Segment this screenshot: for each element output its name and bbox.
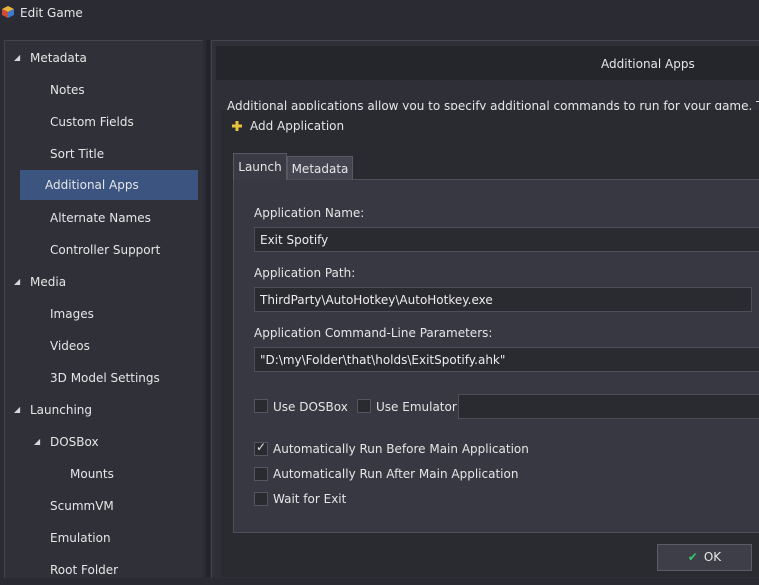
emulator-select[interactable] (458, 394, 759, 419)
sidebar-item-scummvm[interactable]: ScummVM (50, 491, 114, 521)
sidebar-item-dosbox[interactable]: DOSBox (50, 427, 99, 457)
run-after-label: Automatically Run After Main Application (273, 467, 519, 481)
sidebar-group-media[interactable]: Media (30, 267, 66, 297)
sidebar-item-controller-support[interactable]: Controller Support (50, 235, 160, 265)
sidebar-item-custom-fields[interactable]: Custom Fields (50, 107, 134, 137)
use-dosbox-label: Use DOSBox (273, 400, 348, 414)
application-path-label: Application Path: (254, 266, 356, 280)
sidebar-item-additional-apps[interactable]: Additional Apps (20, 170, 198, 200)
window-title: Edit Game (20, 6, 83, 20)
panel-splitter[interactable] (206, 40, 210, 577)
command-line-params-label: Application Command-Line Parameters: (254, 326, 493, 340)
expand-caret-icon[interactable]: ◢ (34, 437, 40, 446)
sidebar-group-launching[interactable]: Launching (30, 395, 92, 425)
plus-icon (232, 121, 242, 131)
command-line-params-input[interactable]: "D:\my\Folder\that\holds\ExitSpotify.ahk… (254, 347, 759, 372)
sidebar-item-root-folder[interactable]: Root Folder (50, 555, 118, 585)
application-name-input[interactable]: Exit Spotify (254, 227, 759, 252)
ok-button[interactable]: ✔ OK (657, 544, 752, 571)
sidebar-item-videos[interactable]: Videos (50, 331, 90, 361)
wait-for-exit-checkbox[interactable] (254, 492, 268, 506)
sidebar-item-emulation[interactable]: Emulation (50, 523, 111, 553)
tab-metadata[interactable]: Metadata (287, 156, 353, 180)
checkmark-icon: ✔ (687, 550, 698, 564)
ok-button-label: OK (703, 550, 722, 564)
application-name-label: Application Name: (254, 206, 365, 220)
run-after-checkbox[interactable] (254, 467, 268, 481)
use-dosbox-checkbox[interactable] (254, 399, 268, 413)
sidebar-item-3d-model-settings[interactable]: 3D Model Settings (50, 363, 160, 393)
sidebar-item-alternate-names[interactable]: Alternate Names (50, 203, 151, 233)
expand-caret-icon[interactable]: ◢ (14, 277, 20, 286)
checkmark-icon: ✓ (256, 440, 267, 454)
app-cube-icon (2, 6, 14, 18)
tab-launch[interactable]: Launch (233, 153, 287, 180)
sidebar-group-metadata[interactable]: Metadata (30, 43, 87, 73)
expand-caret-icon[interactable]: ◢ (14, 53, 20, 62)
sidebar-item-images[interactable]: Images (50, 299, 94, 329)
wait-for-exit-label: Wait for Exit (273, 492, 347, 506)
run-before-checkbox[interactable]: ✓ (254, 440, 268, 456)
use-emulator-checkbox[interactable] (357, 399, 371, 413)
title-bar: Edit Game (0, 0, 759, 28)
sidebar-item-sort-title[interactable]: Sort Title (50, 139, 104, 169)
panel-title: Additional Apps (601, 57, 695, 71)
dialog-title: Add Application (250, 119, 345, 133)
sidebar-item-notes[interactable]: Notes (50, 75, 85, 105)
expand-caret-icon[interactable]: ◢ (14, 405, 20, 414)
run-before-label: Automatically Run Before Main Applicatio… (273, 442, 529, 456)
sidebar-item-mounts[interactable]: Mounts (70, 459, 114, 489)
use-emulator-label: Use Emulator: (376, 400, 461, 414)
application-path-input[interactable]: ThirdParty\AutoHotkey\AutoHotkey.exe (254, 287, 752, 312)
